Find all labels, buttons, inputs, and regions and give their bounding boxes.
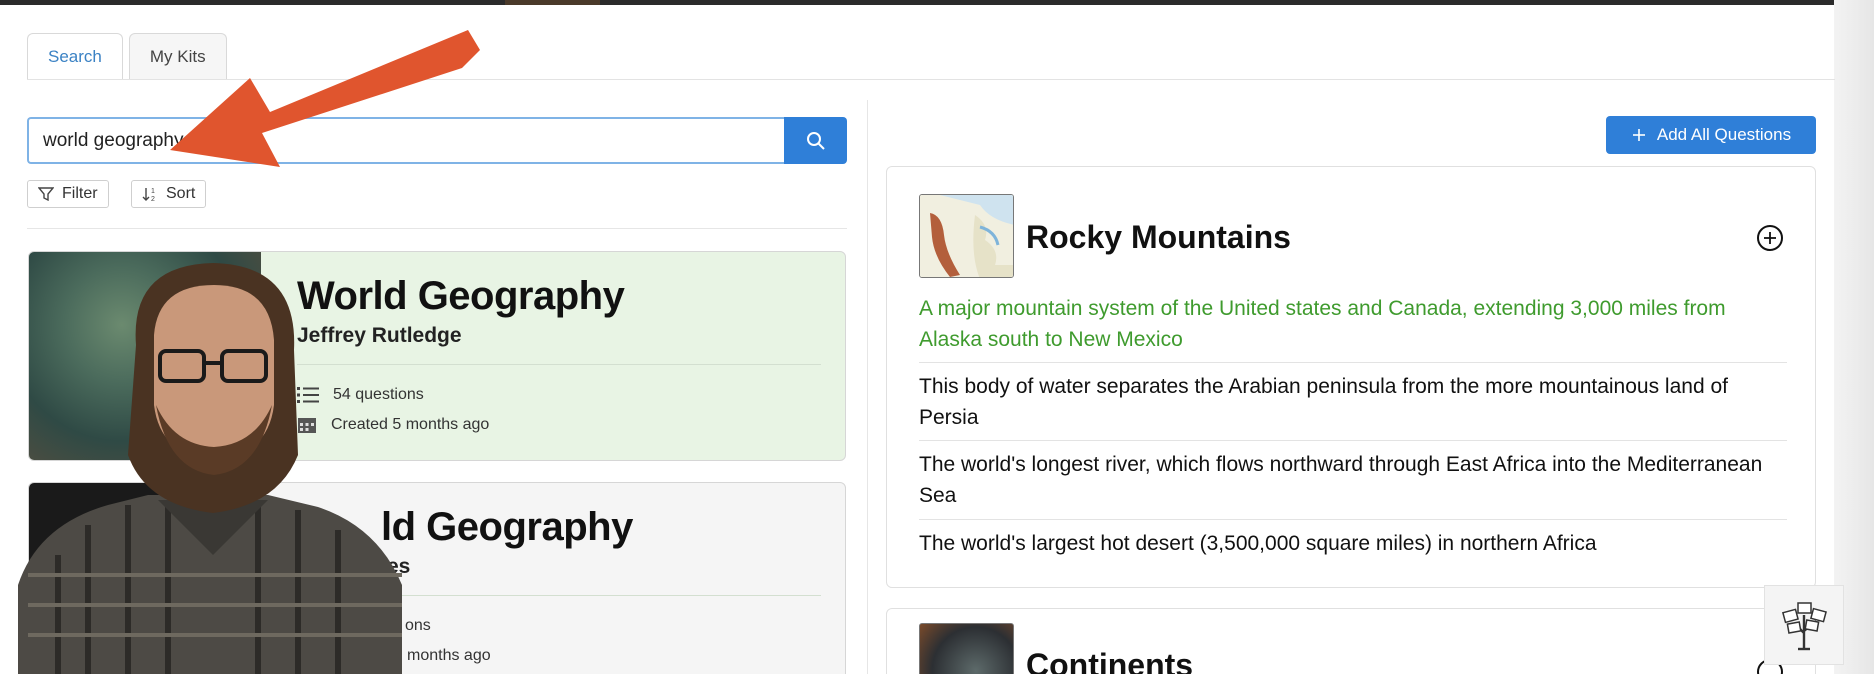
filter-icon: [38, 187, 54, 201]
search-icon: [806, 131, 825, 150]
kit-question-count: ons: [405, 617, 431, 635]
globe-thumbnail: [919, 623, 1014, 674]
divider: [27, 228, 847, 229]
question-item[interactable]: The world's longest river, which flows n…: [919, 449, 1787, 511]
question-count: ons: [405, 617, 431, 634]
kit-title: ld Geography: [381, 505, 633, 549]
question-item[interactable]: A major mountain system of the United st…: [919, 293, 1787, 355]
search-input[interactable]: [27, 117, 784, 164]
divider: [919, 519, 1787, 520]
filter-button[interactable]: Filter: [27, 180, 109, 208]
plus-icon: [1632, 129, 1645, 141]
sort-icon: 1 2: [142, 188, 155, 202]
watermark-logo: [1764, 585, 1844, 665]
question-item[interactable]: The world's largest hot desert (3,500,00…: [919, 528, 1787, 559]
tab-bar: Search My Kits: [27, 33, 227, 80]
map-thumbnail: [919, 194, 1014, 278]
svg-text:1: 1: [151, 188, 155, 195]
tree-logo-icon: [1781, 602, 1827, 651]
filter-label: Filter: [62, 185, 98, 202]
divider: [919, 362, 1787, 363]
add-all-questions-button[interactable]: Add All Questions: [1606, 116, 1816, 154]
divider: [919, 440, 1787, 441]
panel-divider: [867, 100, 868, 674]
question-thumbnail: [505, 0, 600, 5]
add-question-button[interactable]: [1757, 225, 1783, 251]
search-button[interactable]: [784, 117, 847, 164]
question-item[interactable]: This body of water separates the Arabian…: [919, 371, 1787, 433]
sort-label: Sort: [166, 185, 196, 202]
presenter-video-overlay: [18, 263, 402, 674]
top-strip: [0, 0, 1874, 5]
tab-my-kits[interactable]: My Kits: [128, 33, 227, 80]
plus-circle-icon: [1764, 232, 1776, 244]
question-set-card: Continents: [886, 608, 1816, 674]
kit-created: months ago: [407, 647, 491, 665]
add-all-label: Add All Questions: [1656, 125, 1792, 144]
question-set-title: Rocky Mountains: [1026, 219, 1291, 255]
created-date: months ago: [407, 647, 491, 664]
tab-search[interactable]: Search: [27, 33, 123, 80]
question-set-title: Continents: [1026, 647, 1194, 674]
window-edge: [1834, 0, 1874, 674]
tab-underline: [27, 79, 1835, 80]
question-set-card: Rocky Mountains A major mountain system …: [886, 166, 1816, 588]
map-icon: [920, 195, 1013, 277]
sort-button[interactable]: 1 2 Sort: [131, 180, 207, 208]
search-bar: [27, 117, 847, 164]
svg-text:2: 2: [151, 196, 155, 202]
